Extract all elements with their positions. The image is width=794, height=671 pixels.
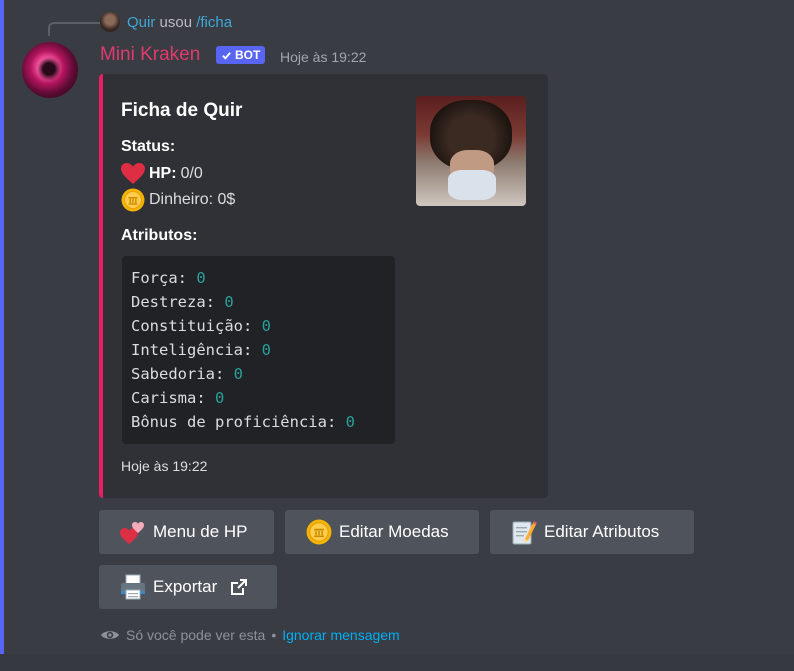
reply-avatar[interactable] bbox=[100, 12, 120, 32]
embed-title: Ficha de Quir bbox=[121, 100, 243, 121]
author-avatar[interactable] bbox=[22, 42, 78, 98]
attribute-row: Destreza: 0 bbox=[131, 293, 234, 311]
reply-connector bbox=[48, 22, 100, 36]
attribute-row: Constituição: 0 bbox=[131, 317, 271, 335]
embed-thumbnail[interactable] bbox=[416, 96, 526, 206]
dismiss-message-link[interactable]: Ignorar mensagem bbox=[282, 627, 400, 643]
hp-line: HP: 0/0 bbox=[121, 163, 203, 185]
message-timestamp[interactable]: Hoje às 19:22 bbox=[280, 49, 366, 65]
hp-menu-button[interactable]: Menu de HP bbox=[99, 510, 274, 554]
hp-label: HP: bbox=[149, 165, 177, 182]
ephemeral-notice: Só você pode ver esta • Ignorar mensagem bbox=[100, 627, 400, 643]
bot-badge-label: BOT bbox=[235, 48, 261, 62]
attribute-row: Carisma: 0 bbox=[131, 389, 225, 407]
export-label: Exportar bbox=[153, 577, 218, 596]
memo-icon bbox=[510, 518, 538, 546]
money-text: Dinheiro: 0$ bbox=[149, 191, 236, 208]
edit-attributes-label: Editar Atributos bbox=[544, 522, 660, 541]
attributes-codeblock: Força: 0 Destreza: 0 Constituição: 0 Int… bbox=[122, 256, 395, 444]
hp-menu-label: Menu de HP bbox=[153, 522, 248, 541]
embed-card: Ficha de Quir Status: HP: 0/0 Dinheiro: … bbox=[99, 74, 548, 498]
hp-value: 0/0 bbox=[180, 165, 203, 182]
edit-coins-label: Editar Moedas bbox=[339, 522, 449, 541]
external-link-icon bbox=[229, 573, 249, 601]
reply-verb: usou bbox=[159, 14, 193, 31]
eye-icon bbox=[101, 631, 119, 639]
edit-coins-button[interactable]: Editar Moedas bbox=[285, 510, 479, 554]
checkmark-icon bbox=[222, 51, 231, 60]
attribute-row: Inteligência: 0 bbox=[131, 341, 271, 359]
reply-command[interactable]: /ficha bbox=[196, 14, 232, 31]
coin-icon bbox=[121, 188, 145, 212]
separator: • bbox=[271, 627, 277, 643]
reply-username[interactable]: Quir bbox=[127, 14, 155, 31]
heart-icon bbox=[121, 163, 145, 185]
two-hearts-icon bbox=[119, 518, 147, 546]
attribute-row: Sabedoria: 0 bbox=[131, 365, 243, 383]
bottom-strip bbox=[0, 654, 794, 671]
ephemeral-text: Só você pode ver esta bbox=[126, 627, 266, 643]
attribute-row: Bônus de proficiência: 0 bbox=[131, 413, 355, 431]
attributes-heading: Atributos: bbox=[121, 227, 198, 244]
reply-context: Quir usou /ficha bbox=[127, 12, 232, 34]
money-line: Dinheiro: 0$ bbox=[121, 188, 235, 212]
attribute-row: Força: 0 bbox=[131, 269, 206, 287]
printer-icon bbox=[119, 573, 147, 601]
coin-icon bbox=[305, 518, 333, 546]
highlight-bar bbox=[0, 0, 4, 671]
export-button[interactable]: Exportar bbox=[99, 565, 277, 609]
bot-badge: BOT bbox=[216, 46, 266, 64]
author-name[interactable]: Mini Kraken bbox=[100, 44, 200, 66]
embed-footer: Hoje às 19:22 bbox=[121, 458, 208, 474]
edit-attributes-button[interactable]: Editar Atributos bbox=[490, 510, 694, 554]
status-heading: Status: bbox=[121, 138, 176, 155]
